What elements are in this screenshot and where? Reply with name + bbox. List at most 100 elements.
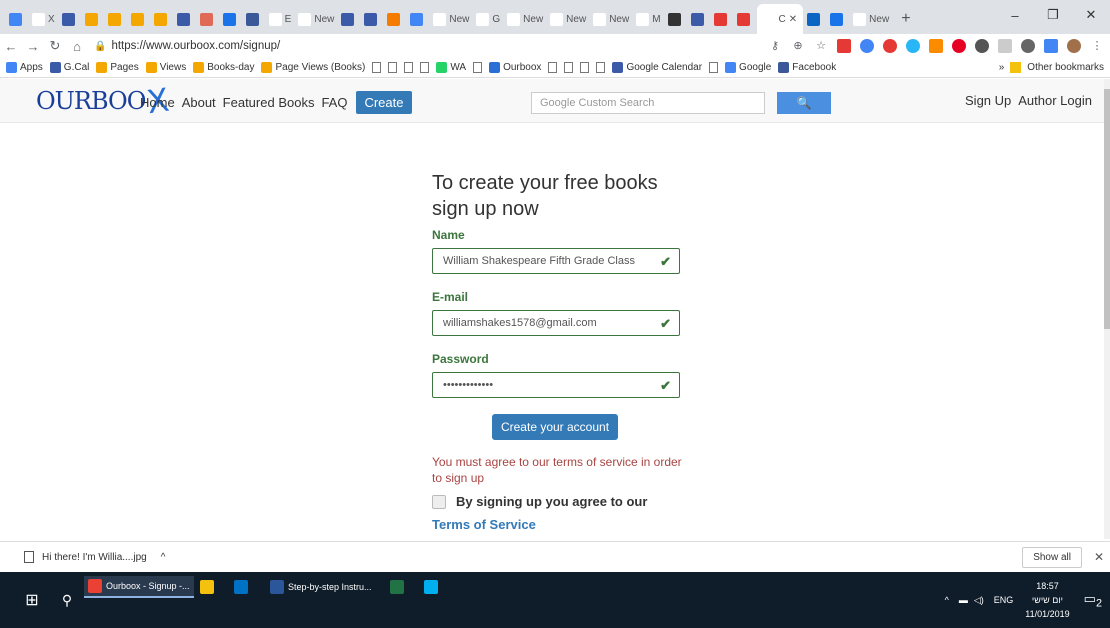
browser-tab[interactable] [338,4,360,34]
browser-tab[interactable] [6,4,28,34]
extension-icon[interactable] [1021,39,1035,53]
taskbar-app[interactable] [196,576,218,598]
windows-start-icon[interactable]: ⊞ [12,572,52,628]
browser-tab[interactable] [361,4,383,34]
gmail-extension-icon[interactable] [837,39,851,53]
bookmark-item[interactable]: G.Cal [49,62,89,73]
browser-tab[interactable] [220,4,242,34]
browser-tab[interactable]: New [547,4,589,34]
browser-tab[interactable]: E [266,4,295,34]
bookmark-item[interactable]: Ourboox [489,62,541,73]
close-window-icon[interactable]: ✕ [1072,0,1110,30]
password-field[interactable]: ••••••••••••• ✔ [432,372,680,398]
browser-tab[interactable]: M [633,4,663,34]
browser-tab[interactable] [105,4,127,34]
close-downloads-icon[interactable]: ✕ [1094,550,1104,564]
extension-icon[interactable] [975,39,989,53]
taskbar-app[interactable]: Ourboox - Signup -... [84,576,194,598]
chevron-up-icon[interactable]: ^ [945,595,949,605]
bookmark-item[interactable] [709,62,719,73]
bookmark-item[interactable] [548,62,558,73]
extension-icon[interactable] [929,39,943,53]
browser-tab[interactable]: New [504,4,546,34]
cloud-icon[interactable] [906,39,920,53]
taskbar-app[interactable] [386,576,408,598]
search-input[interactable]: Google Custom Search [531,92,765,114]
page-scrollbar[interactable] [1104,79,1110,539]
extension-icon[interactable] [998,39,1012,53]
browser-tab[interactable] [688,4,710,34]
browser-tab[interactable]: New [850,4,892,34]
nav-faq[interactable]: FAQ [321,95,347,110]
browser-tab[interactable] [827,4,849,34]
browser-tab[interactable] [734,4,756,34]
bookmark-item[interactable] [388,62,398,73]
extension-icon[interactable] [1044,39,1058,53]
create-account-button[interactable]: Create your account [492,414,618,440]
bookmark-item[interactable]: Books-day [193,62,254,73]
taskbar-app[interactable]: Step-by-step Instru... [266,576,376,598]
star-icon[interactable]: ☆ [814,39,828,53]
minimize-icon[interactable]: – [996,0,1034,30]
nav-about[interactable]: About [182,95,216,110]
show-all-button[interactable]: Show all [1022,547,1082,568]
chevron-up-icon[interactable]: ^ [161,552,166,563]
browser-tab[interactable] [174,4,196,34]
browser-tab[interactable]: New [295,4,337,34]
profile-avatar-icon[interactable] [1067,39,1081,53]
browser-tab[interactable]: New [590,4,632,34]
bookmark-item[interactable]: Page Views (Books) [261,62,365,73]
bookmark-item[interactable]: Google Calendar [612,62,702,73]
browser-tab[interactable] [711,4,733,34]
author-login-link[interactable]: Author Login [1018,93,1092,108]
bookmarks-overflow-icon[interactable]: » [999,62,1005,73]
back-icon[interactable]: ← [0,39,22,54]
search-button[interactable]: 🔍 [777,92,831,114]
browser-tab[interactable] [197,4,219,34]
taskbar-app[interactable] [230,576,252,598]
download-item[interactable]: Hi there! I'm Willia....jpg ^ [0,551,165,563]
terms-of-service-link[interactable]: Terms of Service [432,517,692,532]
browser-tab[interactable]: X [29,4,58,34]
name-field[interactable]: William Shakespeare Fifth Grade Class ✔ [432,248,680,274]
nav-featured-books[interactable]: Featured Books [223,95,315,110]
notifications-icon[interactable]: ▭2 [1084,591,1102,610]
create-button[interactable]: Create [356,91,412,114]
browser-tab[interactable] [407,4,429,34]
nav-home[interactable]: Home [140,95,175,110]
bookmark-item[interactable] [404,62,414,73]
browser-tab[interactable] [82,4,104,34]
reload-icon[interactable]: ↻ [44,38,66,54]
extension-icon[interactable] [860,39,874,53]
browser-tab[interactable] [128,4,150,34]
scrollbar-thumb[interactable] [1104,89,1110,329]
bookmark-item[interactable] [564,62,574,73]
volume-icon[interactable]: ◁) [974,595,984,606]
bookmark-item[interactable]: Apps [6,62,43,73]
bookmark-item[interactable]: Views [145,62,186,73]
language-indicator[interactable]: ENG [994,595,1014,605]
search-icon[interactable]: ⚲ [52,572,82,628]
browser-tab[interactable]: G [473,4,503,34]
other-bookmarks[interactable]: Other bookmarks [1027,62,1104,73]
key-icon[interactable]: ⚷ [768,39,782,53]
browser-tab[interactable] [59,4,81,34]
new-tab-button[interactable]: + [893,4,918,34]
url-text[interactable]: https://www.ourboox.com/signup/ [111,40,280,52]
opera-icon[interactable] [883,39,897,53]
bookmark-item[interactable] [596,62,606,73]
forward-icon[interactable]: → [22,39,44,54]
bookmark-item[interactable]: Facebook [778,62,836,73]
browser-tab[interactable]: C ✕ [756,4,804,34]
address-bar[interactable]: 🔒 https://www.ourboox.com/signup/ [94,36,734,56]
browser-tab[interactable] [384,4,406,34]
signup-link[interactable]: Sign Up [965,93,1011,108]
network-icon[interactable]: ▬ [959,595,968,605]
browser-tab[interactable] [804,4,826,34]
email-field[interactable]: williamshakes1578@gmail.com ✔ [432,310,680,336]
bookmark-item[interactable]: Pages [96,62,139,73]
taskbar-app[interactable] [420,576,442,598]
bookmark-item[interactable]: WA [436,62,466,73]
close-tab-icon[interactable]: ✕ [789,14,797,25]
browser-tab[interactable] [243,4,265,34]
